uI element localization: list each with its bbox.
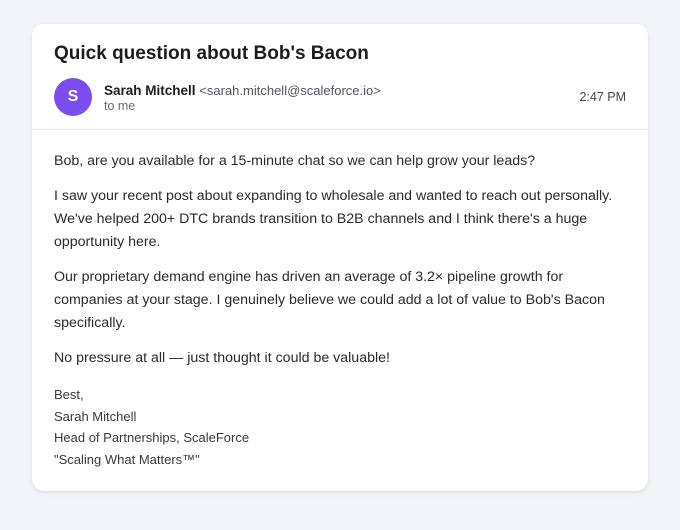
signature-title: Head of Partnerships, ScaleForce [54,430,250,445]
sender-line: Sarah Mitchell <sarah.mitchell@scaleforc… [104,82,381,99]
email-signature: Best, Sarah Mitchell Head of Partnership… [54,384,626,470]
signature-closing: Best, [54,387,84,402]
body-paragraph: Our proprietary demand engine has driven… [54,269,605,331]
recipient-label: to me [104,99,136,113]
sender-row: S Sarah Mitchell <sarah.mitchell@scalefo… [54,78,626,116]
body-paragraph: I saw your recent post about expanding t… [54,188,613,250]
body-paragraph: No pressure at all — just thought it cou… [54,350,390,366]
email-timestamp: 2:47 PM [579,90,626,104]
email-body: Bob, are you available for a 15-minute c… [32,130,648,470]
email-header: Quick question about Bob's Bacon S Sarah… [32,24,648,130]
email-subject: Quick question about Bob's Bacon [54,43,369,64]
sender-name[interactable]: Sarah Mitchell [104,83,196,98]
avatar[interactable]: S [54,78,92,116]
signature-tagline: "Scaling What Matters™" [54,451,200,467]
body-paragraph: Bob, are you available for a 15-minute c… [54,153,536,169]
sender-info: Sarah Mitchell <sarah.mitchell@scaleforc… [104,82,381,114]
sender-email[interactable]: <sarah.mitchell@scaleforce.io> [199,83,381,98]
signature-name: Sarah Mitchell [54,408,137,424]
email-card: Quick question about Bob's Bacon S Sarah… [32,24,648,491]
